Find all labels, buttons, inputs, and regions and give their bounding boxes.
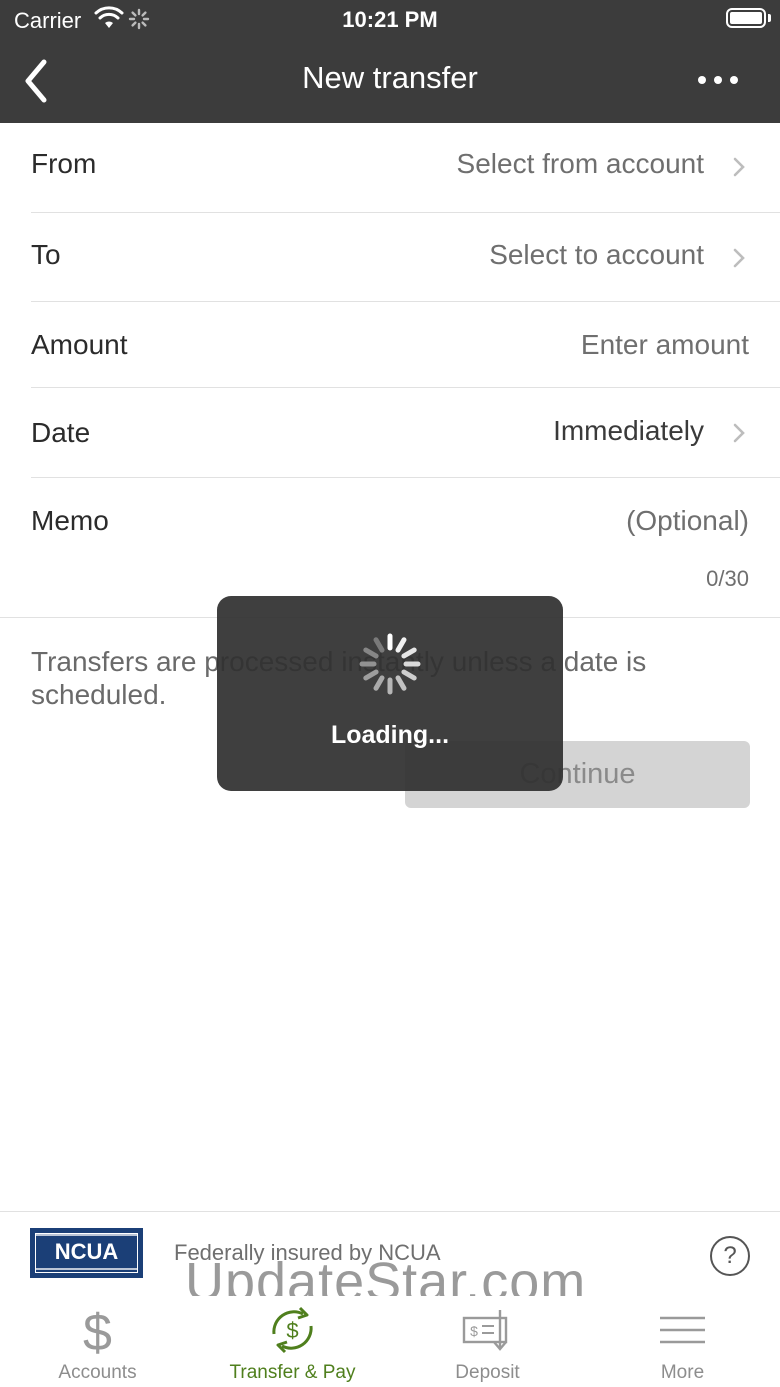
more-options-button[interactable] [696, 70, 740, 90]
battery-icon [726, 8, 766, 28]
page-title: New transfer [302, 60, 478, 95]
tab-label: More [660, 1362, 705, 1383]
tab-more[interactable]: More [585, 1296, 780, 1387]
transfer-pay-icon: $ [272, 1306, 313, 1354]
from-account-value: Select from account [456, 148, 704, 179]
status-bar: Carrier 10:21 PM [0, 0, 780, 40]
svg-text:$: $ [470, 1323, 478, 1339]
memo-input[interactable]: (Optional) [626, 505, 749, 537]
ncua-logo: NCUA [30, 1228, 143, 1278]
battery-tip [768, 14, 771, 22]
ncua-logo-fineprint [36, 1268, 137, 1270]
dollar-icon: $ [83, 1304, 112, 1356]
ncua-logo-text: NCUA [54, 1239, 119, 1264]
tab-deposit[interactable]: $ Deposit [390, 1296, 585, 1387]
loading-overlay: Loading... [217, 596, 563, 791]
status-time: 10:21 PM [342, 7, 438, 32]
date-value: Immediately [553, 415, 704, 446]
tab-label: Deposit [455, 1362, 520, 1383]
to-account-row[interactable]: To Select to account [31, 212, 780, 302]
hamburger-icon [660, 1316, 705, 1344]
loading-text: Loading... [330, 721, 450, 749]
amount-label: Amount [31, 329, 128, 360]
date-label: Date [31, 417, 91, 448]
from-account-row[interactable]: From Select from account [31, 123, 780, 213]
from-label: From [31, 148, 97, 179]
chevron-right-icon [733, 248, 745, 268]
tab-label: Accounts [58, 1362, 137, 1383]
memo-character-counter: 0/30 [706, 566, 749, 591]
deposit-check-icon: $ [462, 1310, 508, 1351]
amount-input[interactable]: Enter amount [581, 329, 749, 361]
to-account-value: Select to account [489, 239, 704, 270]
tab-transfer-pay[interactable]: $ Transfer & Pay [195, 1296, 390, 1387]
svg-text:$: $ [286, 1318, 298, 1343]
loading-spinner-icon [359, 633, 421, 695]
top-bar: Carrier 10:21 PM New transfer [0, 0, 780, 123]
amount-row[interactable]: Amount Enter amount [31, 301, 780, 388]
to-label: To [31, 239, 61, 270]
ncua-logo-fineprint [36, 1234, 137, 1236]
chevron-right-icon [733, 423, 745, 443]
memo-label: Memo [31, 505, 109, 536]
tab-bar: $ Accounts $ Transfer & Pay $ Deposit Mo… [0, 1296, 780, 1387]
tab-label: Transfer & Pay [229, 1362, 356, 1383]
chevron-right-icon [733, 157, 745, 177]
tab-accounts[interactable]: $ Accounts [0, 1296, 195, 1387]
date-row[interactable]: Date Immediately [31, 387, 780, 478]
svg-text:$: $ [83, 1304, 112, 1356]
help-button[interactable]: ? [710, 1236, 750, 1276]
